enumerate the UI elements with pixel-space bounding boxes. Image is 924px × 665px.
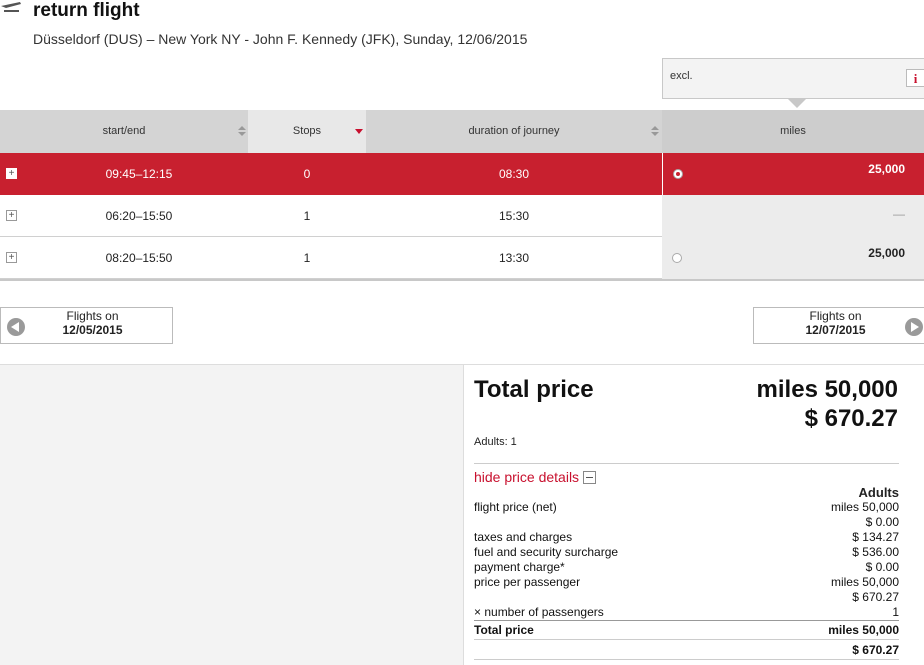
hide-details-label: hide price details	[474, 469, 580, 485]
total-price-label: Total price	[474, 376, 594, 403]
row-time: 06:20–15:50	[105, 209, 173, 223]
final-total-miles: miles 50,000	[828, 623, 899, 637]
airplane-icon	[1, 2, 21, 12]
fare-radio[interactable]	[673, 169, 683, 179]
route-description: Düsseldorf (DUS) – New York NY - John F.…	[33, 31, 528, 47]
details-column-header: Adults	[858, 485, 899, 500]
detail-label: flight price (net)	[474, 500, 557, 514]
divider	[474, 659, 899, 660]
column-miles[interactable]: miles	[662, 110, 924, 153]
final-total-usd: $ 670.27	[852, 643, 899, 657]
row-miles: 25,000	[868, 162, 905, 176]
detail-value: $ 134.27	[852, 530, 899, 544]
flight-row[interactable]: + 09:45–12:15 0 08:30 25,000	[0, 153, 924, 195]
detail-value: $ 0.00	[865, 515, 899, 529]
tab-pointer-caret	[788, 99, 806, 108]
detail-value: $ 536.00	[852, 545, 899, 559]
total-miles: miles 50,000	[756, 376, 898, 403]
sort-desc-icon[interactable]	[355, 129, 363, 134]
flight-table-header: start/end Stops duration of journey mile…	[0, 110, 924, 153]
divider	[474, 620, 899, 621]
row-stops: 1	[303, 209, 311, 223]
price-summary-panel: Total price miles 50,000 $ 670.27 Adults…	[463, 365, 924, 665]
sort-icon[interactable]	[651, 126, 659, 138]
column-label: start/end	[102, 125, 146, 137]
info-icon[interactable]: i	[906, 69, 924, 87]
arrow-left-icon	[7, 318, 25, 336]
column-label: duration of journey	[468, 125, 560, 137]
fare-tab-excl[interactable]: excl. i	[662, 58, 924, 99]
sort-icon[interactable]	[238, 126, 246, 138]
prev-label: Flights on	[66, 309, 119, 323]
detail-value: miles 50,000	[830, 500, 899, 514]
next-label: Flights on	[809, 309, 862, 323]
row-miles: 25,000	[868, 246, 905, 260]
hide-price-details-link[interactable]: hide price details	[474, 469, 597, 485]
detail-value: $ 0.00	[865, 560, 899, 574]
row-time: 08:20–15:50	[105, 251, 173, 265]
arrow-right-icon	[905, 318, 923, 336]
column-label: miles	[780, 125, 806, 137]
row-time: 09:45–12:15	[105, 167, 173, 181]
detail-value: miles 50,000	[830, 575, 899, 589]
row-stops: 1	[303, 251, 311, 265]
detail-label: payment charge*	[474, 560, 565, 574]
divider	[474, 463, 899, 464]
divider	[474, 639, 899, 640]
detail-label: taxes and charges	[474, 530, 573, 544]
column-stops[interactable]: Stops	[248, 110, 366, 153]
next-day-button[interactable]: Flights on 12/07/2015	[753, 307, 924, 344]
flight-row[interactable]: + 08:20–15:50 1 13:30 25,000	[0, 237, 924, 279]
previous-day-button[interactable]: Flights on 12/05/2015	[0, 307, 173, 344]
detail-label: fuel and security surcharge	[474, 545, 619, 559]
miles-option[interactable]: 25,000	[662, 153, 924, 195]
detail-label: × number of passengers	[474, 605, 604, 619]
adults-count: Adults: 1	[474, 436, 517, 448]
prev-date: 12/05/2015	[62, 323, 123, 337]
row-duration: 15:30	[498, 209, 530, 223]
column-duration[interactable]: duration of journey	[366, 110, 662, 153]
row-duration: 13:30	[498, 251, 530, 265]
column-start-end[interactable]: start/end	[0, 110, 248, 153]
detail-value: $ 670.27	[852, 590, 899, 604]
next-date: 12/07/2015	[805, 323, 866, 337]
row-miles: —	[893, 207, 905, 221]
flight-row[interactable]: + 06:20–15:50 1 15:30 —	[0, 195, 924, 237]
table-bottom-border	[0, 279, 924, 281]
miles-option: —	[662, 195, 924, 237]
detail-label: price per passenger	[474, 575, 581, 589]
fare-radio[interactable]	[672, 253, 682, 263]
page-title: return flight	[33, 0, 140, 21]
row-duration: 08:30	[498, 167, 530, 181]
total-usd: $ 670.27	[804, 405, 898, 432]
final-total-label: Total price	[474, 623, 534, 637]
miles-option[interactable]: 25,000	[662, 237, 924, 279]
row-stops: 0	[303, 167, 311, 181]
fare-tab-label: excl.	[670, 70, 693, 82]
collapse-icon[interactable]	[583, 471, 597, 484]
column-label: Stops	[292, 125, 322, 137]
detail-value: 1	[892, 605, 899, 619]
